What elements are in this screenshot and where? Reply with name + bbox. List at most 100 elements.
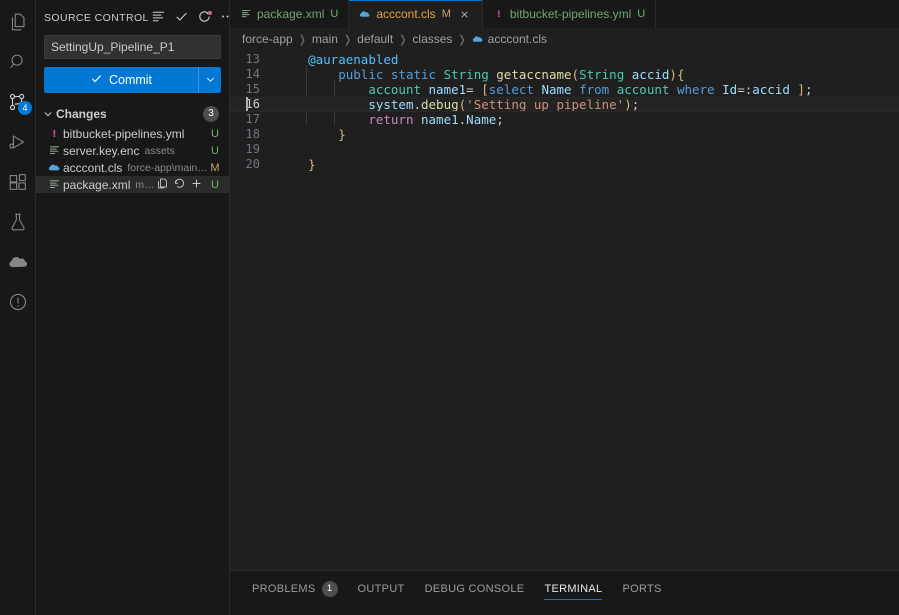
file-status-badge: M [210, 161, 220, 174]
breadcrumb-item[interactable]: default [357, 32, 393, 46]
apex-file-icon [48, 161, 63, 174]
breadcrumb-item[interactable]: classes [412, 32, 452, 46]
breadcrumb-item[interactable]: main [312, 32, 338, 46]
code-token: name1 [421, 112, 459, 127]
open-file-icon[interactable] [156, 177, 169, 193]
sync-changes-button[interactable] [195, 8, 215, 28]
code-token: @auraenabled [308, 52, 399, 67]
editor-tab-bar: package.xml U acccont.cls M ! bitbucket-… [230, 0, 899, 28]
list-item[interactable]: server.key.enc assets U [36, 142, 229, 159]
panel-tab-ports[interactable]: PORTS [612, 571, 671, 606]
code-token: { [676, 67, 685, 82]
panel-tab-terminal[interactable]: TERMINAL [534, 571, 612, 606]
panel-tab-problems[interactable]: PROBLEMS 1 [242, 571, 348, 606]
view-and-sort-button[interactable] [149, 8, 169, 28]
tab-package-xml[interactable]: package.xml U [230, 0, 350, 28]
sidebar-actions [149, 8, 238, 28]
close-icon[interactable] [458, 7, 472, 21]
breadcrumb-item-leaf[interactable]: acccont.cls [472, 32, 547, 46]
code-token: ) [624, 97, 632, 112]
commit-button[interactable]: Commit [44, 67, 198, 93]
code-token: account [616, 82, 670, 97]
code-token: public [338, 67, 384, 82]
activity-item-search[interactable] [0, 42, 35, 82]
panel-tab-output[interactable]: OUTPUT [348, 571, 415, 606]
code-token: account [368, 82, 421, 97]
beaker-icon [7, 211, 29, 233]
activity-item-explorer[interactable] [0, 2, 35, 42]
tab-status: U [330, 8, 339, 20]
tab-label: package.xml [257, 7, 325, 21]
tab-acccont-cls[interactable]: acccont.cls M [349, 0, 483, 28]
chevron-down-icon [205, 73, 216, 88]
code-token: return [368, 112, 414, 127]
changes-count-badge: 3 [203, 106, 219, 122]
activity-item-source-control[interactable]: 4 [0, 82, 35, 122]
code-line-content: account name1= [select Name from account… [274, 82, 812, 97]
commit-dropdown-button[interactable] [198, 67, 221, 93]
code-token: debug [421, 97, 459, 112]
file-name: server.key.enc [63, 143, 140, 158]
list-icon [151, 9, 166, 27]
code-token: ( [571, 67, 580, 82]
tab-bar-filler [656, 0, 899, 28]
changes-file-list: ! bitbucket-pipelines.yml U server.key.e… [36, 125, 229, 193]
activity-item-run-debug[interactable] [0, 122, 35, 162]
code-token: 'Setting up pipeline' [466, 97, 625, 112]
editor-area: package.xml U acccont.cls M ! bitbucket-… [230, 0, 899, 615]
file-status-badge: U [211, 144, 219, 157]
changes-section-header[interactable]: Changes 3 [36, 103, 229, 125]
discard-changes-icon[interactable] [173, 177, 186, 193]
line-number: 19 [245, 142, 260, 156]
file-inline-actions [156, 177, 203, 193]
panel-tab-debug-console[interactable]: DEBUG CONSOLE [415, 571, 535, 606]
breadcrumb-item[interactable]: force-app [242, 32, 293, 46]
check-icon [174, 9, 189, 27]
commit-action-button[interactable] [172, 8, 192, 28]
code-line: 19 [230, 142, 899, 157]
activity-bar: 4 [0, 0, 36, 615]
panel-tab-label: PROBLEMS [252, 582, 316, 595]
source-control-badge: 4 [18, 101, 32, 115]
code-token: [ [481, 82, 489, 97]
panel-tab-label: OUTPUT [357, 582, 405, 595]
svg-text:!: ! [497, 10, 501, 20]
tab-bitbucket-pipelines-yml[interactable]: ! bitbucket-pipelines.yml U [482, 0, 657, 28]
code-token: from [579, 82, 610, 97]
activity-item-accounts[interactable] [0, 282, 35, 322]
problems-count-badge: 1 [321, 580, 338, 597]
code-line-content: @auraenabled [274, 52, 398, 67]
list-item[interactable]: acccont.cls force-app\main\defa... M [36, 159, 229, 176]
yaml-file-icon: ! [48, 127, 63, 140]
sidebar-header: SOURCE CONTROL [36, 0, 234, 35]
code-editor[interactable]: 13 @auraenabled 14 public static String g… [230, 50, 899, 570]
file-description: assets [144, 144, 175, 157]
chevron-right-icon: ❭ [342, 33, 353, 46]
code-line: 17 return name1.Name; [230, 112, 899, 127]
yaml-file-icon: ! [493, 8, 505, 20]
code-line: 16 system.debug('Setting up pipeline'); [230, 97, 899, 112]
activity-item-testing[interactable] [0, 202, 35, 242]
activity-item-salesforce-org[interactable] [0, 242, 35, 282]
activity-item-extensions[interactable] [0, 162, 35, 202]
file-name: bitbucket-pipelines.yml [63, 126, 185, 141]
code-token: ; [496, 112, 504, 127]
list-item[interactable]: package.xml manifest [36, 176, 229, 193]
line-number: 17 [245, 112, 260, 126]
cloud-icon [7, 251, 29, 273]
text-cursor [246, 97, 248, 112]
stage-changes-icon[interactable] [190, 177, 203, 193]
code-line: 14 public static String getaccname(Strin… [230, 67, 899, 82]
commit-message-input[interactable] [44, 35, 221, 59]
list-item[interactable]: ! bitbucket-pipelines.yml U [36, 125, 229, 142]
code-line: 18 } [230, 127, 899, 142]
info-circle-icon [7, 291, 29, 313]
